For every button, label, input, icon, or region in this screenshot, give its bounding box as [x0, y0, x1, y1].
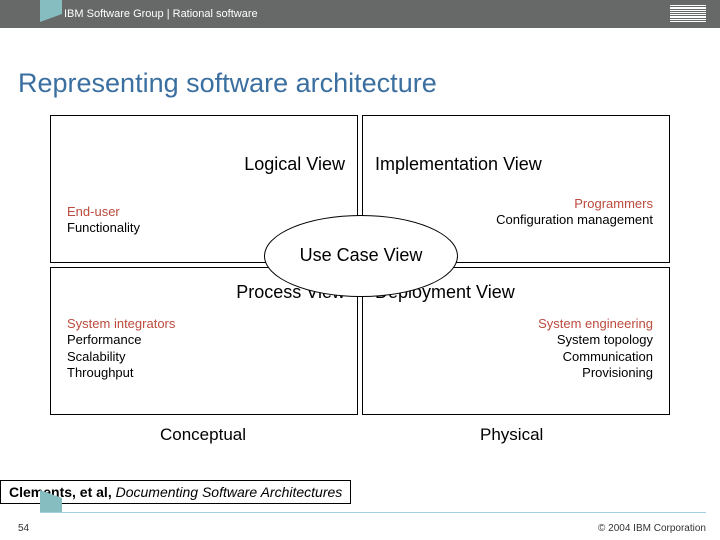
process-view-line-2: Throughput [67, 365, 175, 381]
process-view-note: System integrators Performance Scalabili… [67, 316, 175, 381]
process-view-line-1: Scalability [67, 349, 175, 365]
implementation-view-role: Programmers [496, 196, 653, 212]
footer-accent [40, 498, 62, 512]
logical-view-role: End-user [67, 204, 140, 220]
implementation-view-title: Implementation View [375, 154, 542, 175]
axis-left-label: Conceptual [160, 425, 246, 445]
header-text: IBM Software Group | Rational software [64, 8, 258, 20]
header-accent [40, 0, 62, 14]
process-view-role: System integrators [67, 316, 175, 332]
axis-right-label: Physical [480, 425, 543, 445]
four-plus-one-diagram: Logical View End-user Functionality Impl… [50, 115, 670, 415]
deployment-view-line-0: System topology [538, 332, 653, 348]
citation-title: Documenting Software Architectures [116, 484, 343, 500]
implementation-view-line: Configuration management [496, 212, 653, 228]
deployment-view-line-1: Communication [538, 349, 653, 365]
logical-view-note: End-user Functionality [67, 204, 140, 237]
ibm-logo-icon [670, 5, 706, 22]
copyright-text: © 2004 IBM Corporation [598, 523, 706, 534]
implementation-view-note: Programmers Configuration management [496, 196, 653, 229]
page-title: Representing software architecture [18, 68, 720, 99]
logical-view-title: Logical View [244, 154, 345, 175]
slide-footer: 54 © 2004 IBM Corporation [0, 512, 720, 540]
process-view-line-0: Performance [67, 332, 175, 348]
use-case-view-oval: Use Case View [264, 215, 458, 297]
page-number: 54 [18, 523, 29, 534]
logical-view-line: Functionality [67, 220, 140, 236]
deployment-view-role: System engineering [538, 316, 653, 332]
deployment-view-note: System engineering System topology Commu… [538, 316, 653, 381]
slide-header: IBM Software Group | Rational software [0, 0, 720, 28]
footer-rule [40, 512, 706, 513]
use-case-view-label: Use Case View [300, 245, 423, 267]
deployment-view-line-2: Provisioning [538, 365, 653, 381]
